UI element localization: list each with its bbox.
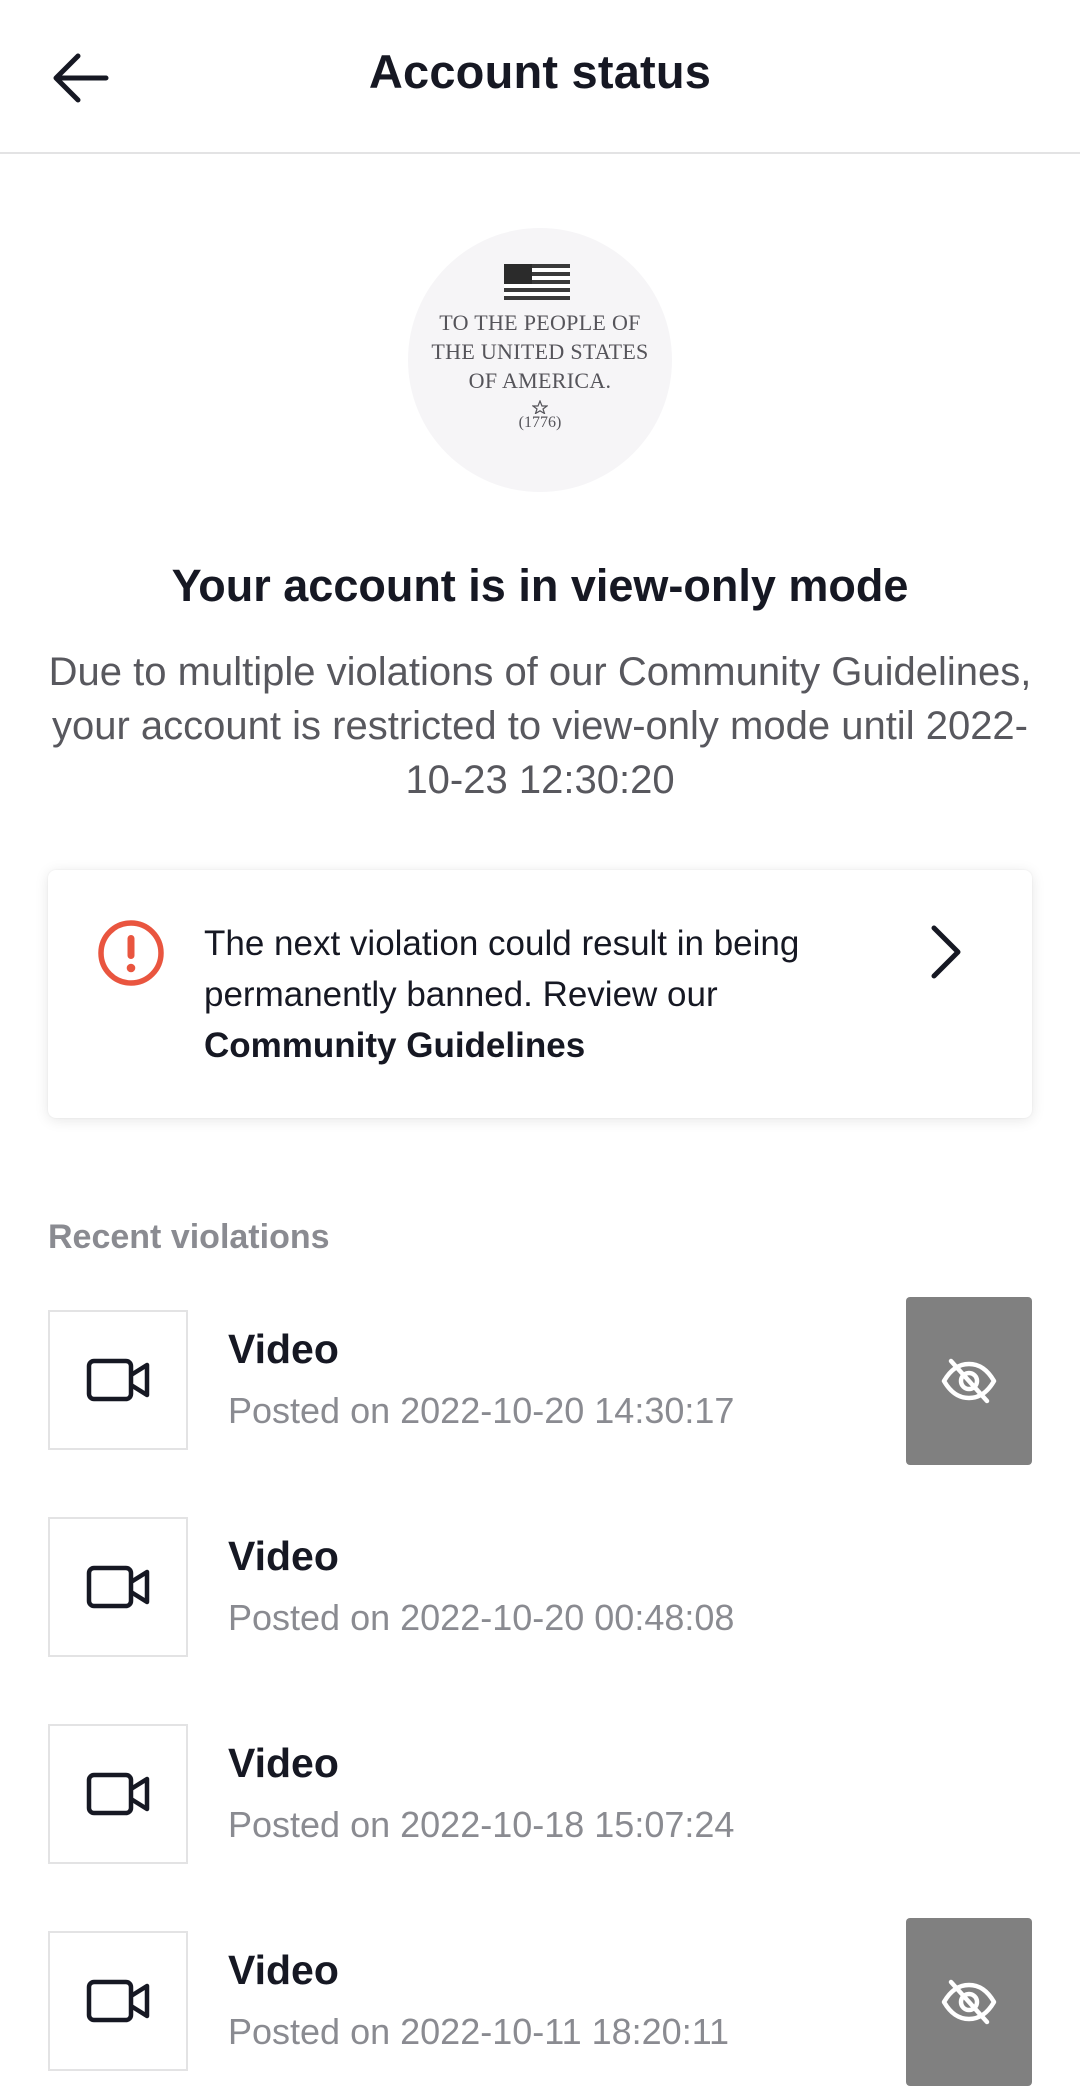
video-thumbnail: [48, 1517, 188, 1657]
warning-text: The next violation could result in being…: [204, 918, 844, 1071]
header-bar: Account status: [0, 0, 1080, 154]
violation-date: Posted on 2022-10-20 00:48:08: [228, 1597, 735, 1638]
avatar-caption: TO THE PEOPLE OF THE UNITED STATES OF AM…: [408, 308, 672, 395]
avatar-line: THE UNITED STATES: [431, 339, 649, 364]
star-icon: [532, 400, 548, 414]
violation-date: Posted on 2022-10-18 15:07:24: [228, 1804, 735, 1845]
warning-message: The next violation could result in being…: [204, 924, 800, 1014]
video-thumbnail: [48, 1931, 188, 2071]
video-camera-icon: [86, 1772, 150, 1816]
page-title: Account status: [368, 45, 712, 98]
community-guidelines-link[interactable]: Community Guidelines: [204, 1026, 585, 1065]
hidden-video-button[interactable]: [906, 1918, 1032, 2086]
violation-title: Video: [228, 1326, 339, 1372]
violation-item[interactable]: Video Posted on 2022-10-11 18:20:11: [48, 1918, 1032, 2086]
video-thumbnail: [48, 1310, 188, 1450]
chevron-right-icon: [931, 925, 961, 979]
violation-title: Video: [228, 1740, 339, 1786]
status-title: Your account is in view-only mode: [171, 560, 909, 611]
avatar-line: TO THE PEOPLE OF: [439, 310, 641, 335]
violation-item[interactable]: Video Posted on 2022-10-18 15:07:24: [48, 1724, 1032, 1868]
video-camera-icon: [86, 1979, 150, 2023]
eye-off-icon: [941, 1979, 997, 2025]
flag-icon: [504, 264, 570, 300]
video-thumbnail: [48, 1724, 188, 1864]
violation-date: Posted on 2022-10-11 18:20:11: [228, 2011, 730, 2052]
violation-title: Video: [228, 1533, 339, 1579]
violation-date: Posted on 2022-10-20 14:30:17: [228, 1390, 735, 1431]
recent-violations-label: Recent violations: [48, 1218, 330, 1256]
violation-title: Video: [228, 1947, 339, 1993]
violation-item[interactable]: Video Posted on 2022-10-20 14:30:17: [48, 1297, 1032, 1465]
violation-item[interactable]: Video Posted on 2022-10-20 00:48:08: [48, 1517, 1032, 1661]
warning-card[interactable]: The next violation could result in being…: [48, 870, 1032, 1118]
alert-circle-icon: [98, 920, 164, 986]
avatar: TO THE PEOPLE OF THE UNITED STATES OF AM…: [408, 228, 672, 492]
video-camera-icon: [86, 1358, 150, 1402]
hidden-video-button[interactable]: [906, 1297, 1032, 1465]
video-camera-icon: [86, 1565, 150, 1609]
avatar-year: (1776): [518, 414, 562, 431]
avatar-line: OF AMERICA.: [468, 368, 612, 393]
eye-off-icon: [941, 1358, 997, 1404]
status-description: Due to multiple violations of our Commun…: [48, 650, 1032, 802]
